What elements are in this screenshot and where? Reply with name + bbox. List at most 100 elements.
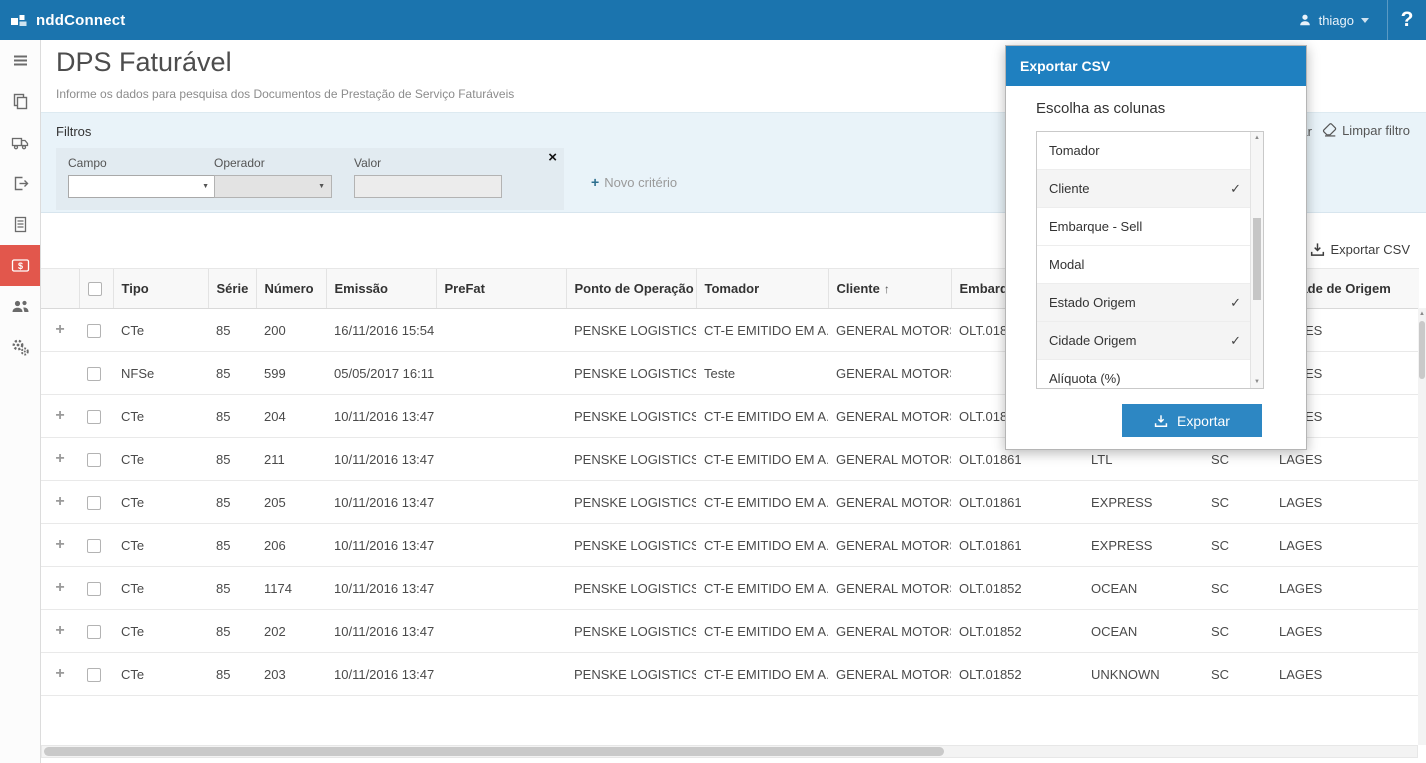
cell-serie: 85	[208, 481, 256, 524]
campo-select[interactable]: ▼	[68, 175, 216, 198]
cell-tipo: CTe	[113, 481, 208, 524]
horizontal-scrollbar-thumb[interactable]	[44, 747, 944, 756]
row-expand-button[interactable]: +	[41, 524, 79, 567]
cell-ponto: PENSKE LOGISTICS - ...	[566, 610, 696, 653]
select-all-checkbox[interactable]	[88, 282, 102, 296]
header-expand	[41, 269, 79, 309]
cell-tipo: CTe	[113, 395, 208, 438]
sidebar-item-reports[interactable]	[0, 204, 40, 245]
scroll-up-icon[interactable]: ▲	[1251, 135, 1263, 141]
cell-serie: 85	[208, 653, 256, 696]
row-checkbox[interactable]	[87, 539, 101, 553]
row-checkbox[interactable]	[87, 668, 101, 682]
cell-emissao: 16/11/2016 15:54	[326, 309, 436, 352]
list-scrollbar[interactable]: ▲ ▼	[1250, 132, 1263, 388]
scroll-down-icon[interactable]: ▼	[1251, 379, 1263, 385]
row-expand-button[interactable]: +	[41, 610, 79, 653]
limpar-filtro-button[interactable]: Limpar filtro	[1322, 123, 1410, 138]
cell-numero: 202	[256, 610, 326, 653]
cell-cidade: LAGES	[1271, 653, 1419, 696]
header-serie[interactable]: Série	[208, 269, 256, 309]
header-cliente[interactable]: Cliente↑	[828, 269, 951, 309]
cell-embarque: OLT.01852	[951, 610, 1083, 653]
sidebar-item-shipping[interactable]	[0, 122, 40, 163]
row-checkbox[interactable]	[87, 367, 101, 381]
brand: nddConnect	[0, 11, 126, 29]
horizontal-scrollbar[interactable]	[41, 745, 1418, 758]
cell-serie: 85	[208, 524, 256, 567]
row-expand-button[interactable]: +	[41, 481, 79, 524]
sidebar-item-billing[interactable]: $	[0, 245, 40, 286]
cell-ponto: PENSKE LOGISTICS - ...	[566, 352, 696, 395]
page-title: DPS Faturável	[56, 47, 232, 78]
row-checkbox[interactable]	[87, 324, 101, 338]
export-column-option[interactable]: Embarque - Sell	[1037, 208, 1263, 246]
row-checkbox[interactable]	[87, 496, 101, 510]
cell-emissao: 10/11/2016 13:47	[326, 567, 436, 610]
table-row: +CTe85117410/11/2016 13:47PENSKE LOGISTI…	[41, 567, 1419, 610]
download-icon	[1154, 414, 1168, 428]
list-scrollbar-thumb[interactable]	[1253, 218, 1261, 300]
cell-emissao: 10/11/2016 13:47	[326, 395, 436, 438]
row-expand-button[interactable]: +	[41, 395, 79, 438]
row-checkbox[interactable]	[87, 625, 101, 639]
row-expand-button[interactable]: +	[41, 309, 79, 352]
export-column-option[interactable]: Estado Origem✓	[1037, 284, 1263, 322]
row-expand-button[interactable]: +	[41, 653, 79, 696]
header-ponto[interactable]: Ponto de Operação	[566, 269, 696, 309]
exportar-button[interactable]: Exportar	[1122, 404, 1262, 437]
cell-prefat	[436, 653, 566, 696]
row-checkbox[interactable]	[87, 582, 101, 596]
export-column-option[interactable]: Alíquota (%)	[1037, 360, 1263, 389]
cell-tomador: CT-E EMITIDO EM A...	[696, 309, 828, 352]
valor-input[interactable]	[354, 175, 502, 198]
money-icon: $	[11, 256, 30, 275]
cell-embarque: OLT.01852	[951, 567, 1083, 610]
vertical-scrollbar-thumb[interactable]	[1419, 321, 1425, 379]
operador-select[interactable]: ▼	[214, 175, 332, 198]
user-menu[interactable]: thiago	[1280, 0, 1387, 40]
row-expand-button[interactable]: +	[41, 438, 79, 481]
ndd-logo-icon	[10, 11, 28, 29]
operador-label: Operador	[214, 156, 265, 170]
row-expand-button[interactable]: +	[41, 567, 79, 610]
header-emissao[interactable]: Emissão	[326, 269, 436, 309]
export-column-option[interactable]: Cidade Origem✓	[1037, 322, 1263, 360]
sidebar-item-settings[interactable]	[0, 327, 40, 368]
user-name: thiago	[1319, 13, 1354, 28]
novo-criterio-button[interactable]: +Novo critério	[591, 174, 677, 190]
cell-prefat	[436, 438, 566, 481]
cell-emissao: 10/11/2016 13:47	[326, 481, 436, 524]
export-column-option[interactable]: Cliente✓	[1037, 170, 1263, 208]
export-csv-link[interactable]: Exportar CSV	[1310, 242, 1410, 257]
header-numero[interactable]: Número	[256, 269, 326, 309]
help-button[interactable]: ?	[1387, 0, 1426, 40]
campo-label: Campo	[68, 156, 107, 170]
header-tipo[interactable]: Tipo	[113, 269, 208, 309]
row-checkbox[interactable]	[87, 453, 101, 467]
export-column-label: Cliente	[1049, 181, 1089, 196]
cell-tomador: Teste	[696, 352, 828, 395]
truck-icon	[11, 134, 29, 152]
row-checkbox-cell	[79, 395, 113, 438]
header-tomador[interactable]: Tomador	[696, 269, 828, 309]
export-column-label: Modal	[1049, 257, 1084, 272]
vertical-scrollbar[interactable]: ▲	[1418, 308, 1426, 745]
cell-ponto: PENSKE LOGISTICS - ...	[566, 395, 696, 438]
cell-numero: 205	[256, 481, 326, 524]
export-columns-list: TomadorCliente✓Embarque - Sell Modal Estad…	[1037, 132, 1263, 389]
sidebar-item-users[interactable]	[0, 286, 40, 327]
export-column-option[interactable]: Tomador	[1037, 132, 1263, 170]
sidebar-item-menu[interactable]	[0, 40, 40, 81]
remove-criteria-icon[interactable]: ×	[548, 150, 557, 165]
export-column-option[interactable]: Modal	[1037, 246, 1263, 284]
sign-out-icon	[12, 175, 29, 192]
cell-serie: 85	[208, 610, 256, 653]
row-expand-button	[41, 352, 79, 395]
row-checkbox[interactable]	[87, 410, 101, 424]
sidebar-item-export[interactable]	[0, 163, 40, 204]
header-prefat[interactable]: PreFat	[436, 269, 566, 309]
scroll-up-icon[interactable]: ▲	[1418, 311, 1426, 317]
cell-modal: OCEAN	[1083, 567, 1203, 610]
sidebar-item-documents[interactable]	[0, 81, 40, 122]
